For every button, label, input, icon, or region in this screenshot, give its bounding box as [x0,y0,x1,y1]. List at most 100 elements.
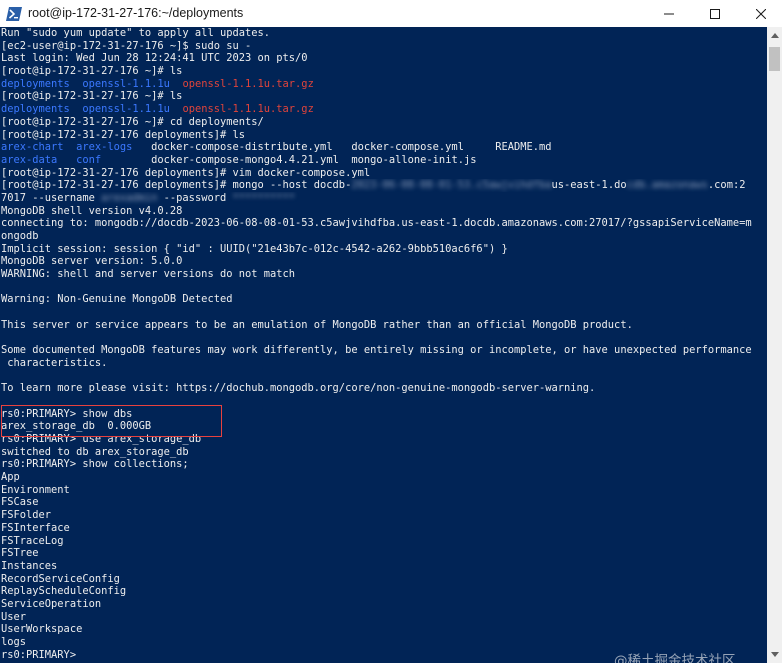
terminal-text: UserWorkspace [1,623,83,636]
terminal-text: ServiceOperation [1,597,102,610]
terminal-line: FSCase [1,496,766,509]
terminal-window: root@ip-172-31-27-176:~/deployments Run … [0,0,782,663]
terminal-text: connecting to: mongodb://docdb-2023-06-0… [1,217,752,230]
window-title: root@ip-172-31-27-176:~/deployments [28,6,244,20]
terminal-text: [root@ip-172-31-27-176 ~]# cd deployment… [1,115,264,128]
terminal-line: Some documented MongoDB features may wor… [1,344,766,357]
terminal-line: arex_storage_db 0.000GB [1,420,766,433]
terminal-output[interactable]: Run "sudo yum update" to apply all updat… [0,27,767,663]
terminal-line: RecordServiceConfig [1,573,766,586]
terminal-line: Warning: Non-Genuine MongoDB Detected [1,293,766,306]
terminal-line: Environment [1,484,766,497]
terminal-text: rs0:PRIMARY> use arex_storage_db [1,433,202,445]
terminal-line: FSTree [1,547,766,560]
minimize-icon [664,13,674,14]
minimize-button[interactable] [646,0,692,27]
terminal-text: arex-logs [76,141,133,154]
terminal-line: deployments openssl-1.1.1u openssl-1.1.1… [1,78,766,91]
terminal-text: [root@ip-172-31-27-176 ~]# ls [1,65,183,78]
terminal-text: MongoDB server version: 5.0.0 [1,255,183,268]
terminal-text: This server or service appears to be an … [1,318,633,331]
terminal-text: openssl-1.1.1u [82,77,170,90]
terminal-line: Last login: Wed Jun 28 12:24:41 UTC 2023… [1,52,766,65]
terminal-line: Run "sudo yum update" to apply all updat… [1,27,766,40]
terminal-line: 7017 --username arexadmin --password ***… [1,192,766,205]
terminal-text: App [1,471,20,484]
terminal-line: [root@ip-172-31-27-176 ~]# cd deployment… [1,116,766,129]
terminal-text: Some documented MongoDB features may wor… [1,344,752,357]
terminal-text: [root@ip-172-31-27-176 deployments]# mon… [1,179,352,192]
terminal-text: deployments [1,77,70,90]
watermark: @稀土掘金技术社区 [614,653,736,663]
chevron-down-icon [770,652,779,657]
terminal-text: arexadmin [101,191,158,204]
terminal-text: ongodb [1,230,39,242]
terminal-line: User [1,611,766,624]
terminal-line: ReplayScheduleConfig [1,585,766,598]
terminal-line: App [1,471,766,484]
terminal-text: ********** [232,191,296,204]
terminal-text: Environment [1,483,70,496]
terminal-text: FSTraceLog [1,534,64,547]
terminal-text: switched to db arex_storage_db [1,445,189,458]
scroll-down-button[interactable] [767,646,782,663]
terminal-text: rs0:PRIMARY> show collections; [1,458,189,471]
terminal-lines: Run "sudo yum update" to apply all updat… [1,27,766,661]
terminal-line: ongodb [1,230,766,243]
terminal-text: [root@ip-172-31-27-176 deployments]# ls [1,128,245,141]
chevron-up-icon [770,33,779,38]
maximize-icon [710,8,720,19]
terminal-line: logs [1,636,766,649]
terminal-text: FSCase [1,496,39,509]
terminal-line: Implicit session: session { "id" : UUID(… [1,243,766,256]
terminal-text: User [1,610,27,623]
terminal-line: [root@ip-172-31-27-176 deployments]# ls [1,129,766,142]
terminal-text: --password [157,191,233,204]
terminal-line: To learn more please visit: https://doch… [1,382,766,395]
terminal-line: UserWorkspace [1,623,766,636]
terminal-text: arex-chart [1,141,64,154]
terminal-line: rs0:PRIMARY> show collections; [1,458,766,471]
terminal-text: Run "sudo yum update" to apply all updat… [1,27,270,39]
terminal-line: [root@ip-172-31-27-176 ~]# ls [1,65,766,78]
terminal-line: [ec2-user@ip-172-31-27-176 ~]$ sudo su - [1,40,766,53]
terminal-text: arex-data [1,153,58,166]
terminal-text: To learn more please visit: https://doch… [1,382,596,395]
terminal-line: MongoDB server version: 5.0.0 [1,255,766,268]
terminal-text: docker-compose-distribute.yml docker-com… [132,141,552,154]
title-bar[interactable]: root@ip-172-31-27-176:~/deployments [0,0,782,27]
terminal-text: [root@ip-172-31-27-176 deployments]# vim… [1,166,371,179]
terminal-text: WARNING: shell and server versions do no… [1,268,296,281]
terminal-text: characteristics. [1,356,108,369]
terminal-text: rs0:PRIMARY> [1,648,77,661]
close-button[interactable] [738,0,782,27]
maximize-button[interactable] [692,0,738,27]
terminal-text: 2023-06-08-08-01-53.c5awjvihdfba [351,179,552,192]
terminal-line: FSInterface [1,522,766,535]
terminal-line: arex-data conf docker-compose-mongo4.4.2… [1,154,766,167]
terminal-text: openssl-1.1.1u [82,103,170,116]
scroll-thumb[interactable] [769,47,780,71]
terminal-line: FSFolder [1,509,766,522]
terminal-text: Implicit session: session { "id" : UUID(… [1,242,508,255]
terminal-line: deployments openssl-1.1.1u openssl-1.1.1… [1,103,766,116]
terminal-text: [ec2-user@ip-172-31-27-176 ~]$ sudo su - [1,39,252,52]
vertical-scrollbar[interactable] [767,27,782,663]
terminal-line: MongoDB shell version v4.0.28 [1,205,766,218]
terminal-line: [root@ip-172-31-27-176 deployments]# mon… [1,179,766,192]
terminal-text: RecordServiceConfig [1,572,120,585]
terminal-line: rs0:PRIMARY> use arex_storage_db [1,433,766,446]
scroll-up-button[interactable] [767,27,782,44]
terminal-line: switched to db arex_storage_db [1,446,766,459]
terminal-line: [root@ip-172-31-27-176 ~]# ls [1,90,766,103]
terminal-line: connecting to: mongodb://docdb-2023-06-0… [1,217,766,230]
terminal-text: openssl-1.1.1u.tar.gz [182,77,314,90]
